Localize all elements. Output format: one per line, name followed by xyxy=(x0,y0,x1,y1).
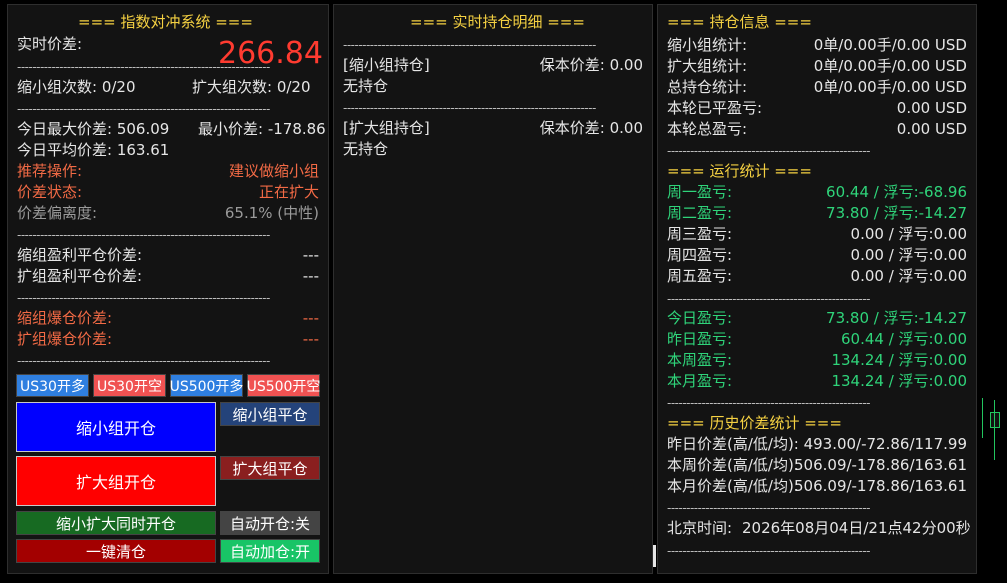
auto-add-toggle[interactable]: 自动加仓:开 xyxy=(220,539,320,563)
divider: ----------------------------------------… xyxy=(17,61,270,73)
divider: ----------------------------------------… xyxy=(667,502,871,514)
recommend-label: 推荐操作: xyxy=(17,162,83,180)
period-pnl-label: 本周盈亏: xyxy=(667,351,733,369)
weekday-pnl-label: 周一盈亏: xyxy=(667,183,733,201)
position-stat-label: 本轮总盈亏: xyxy=(667,120,748,138)
period-pnl-label: 本月盈亏: xyxy=(667,372,733,390)
position-stat-value: 0单/0.00手/0.00 USD xyxy=(813,78,967,96)
today-avg: 今日平均价差: 163.61 xyxy=(17,141,170,159)
us500-long-button[interactable]: US500开多 xyxy=(170,374,243,397)
middle-title: === 实时持仓明细 === xyxy=(410,13,585,31)
right-panel: === 持仓信息 === 缩小组统计: 0单/0.00手/0.00 USD 扩大组统… xyxy=(657,4,977,574)
weekday-pnl-label: 周三盈亏: xyxy=(667,225,733,243)
weekday-pnl-label: 周四盈亏: xyxy=(667,246,733,264)
expand-liq-label: 扩组爆仓价差: xyxy=(17,330,113,348)
expand-liq-value: --- xyxy=(302,330,319,348)
shrink-tp-value: --- xyxy=(302,246,319,264)
divider: ----------------------------------------… xyxy=(17,355,270,367)
us30-short-button[interactable]: US30开空 xyxy=(93,374,166,397)
position-info-title: === 持仓信息 === xyxy=(667,13,812,31)
period-pnl-value: 73.80 / 浮亏:-14.27 xyxy=(826,309,967,327)
history-spread-label: 本月价差(高/低/均): xyxy=(667,477,799,495)
left-title: === 指数对冲系统 === xyxy=(78,13,253,31)
us30-long-button[interactable]: US30开多 xyxy=(16,374,89,397)
shrink-breakeven: 保本价差: 0.00 xyxy=(539,56,643,74)
expand-tp-value: --- xyxy=(302,267,319,285)
history-spread-value: 506.09/-178.86/163.61 xyxy=(794,477,967,495)
history-spread-value: 506.09/-178.86/163.61 xyxy=(794,456,967,474)
weekday-pnl-value: 0.00 / 浮亏:0.00 xyxy=(850,267,967,285)
close-all-button[interactable]: 一键清仓 xyxy=(16,539,216,563)
history-spread-label: 昨日价差(高/低/均): xyxy=(667,435,799,453)
weekday-pnl-label: 周五盈亏: xyxy=(667,267,733,285)
divider: ----------------------------------------… xyxy=(667,397,871,409)
expand-open-button[interactable]: 扩大组开仓 xyxy=(16,456,216,506)
position-stat-value: 0单/0.00手/0.00 USD xyxy=(813,36,967,54)
divider: ----------------------------------------… xyxy=(17,103,270,115)
expand-count: 扩大组次数: 0/20 xyxy=(192,78,311,96)
weekday-pnl-label: 周二盈亏: xyxy=(667,204,733,222)
today-min: 最小价差: -178.86 xyxy=(198,120,326,138)
position-stat-value: 0单/0.00手/0.00 USD xyxy=(813,57,967,75)
deviation-label: 价差偏离度: xyxy=(17,204,98,222)
position-stat-label: 总持仓统计: xyxy=(667,78,748,96)
shrink-position-header: [缩小组持仓] xyxy=(343,56,430,74)
realtime-label: 实时价差: xyxy=(17,35,83,53)
period-pnl-label: 今日盈亏: xyxy=(667,309,733,327)
shrink-tp-label: 缩组盈利平仓价差: xyxy=(17,246,143,264)
both-open-button[interactable]: 缩小扩大同时开仓 xyxy=(16,511,216,535)
weekday-pnl-value: 60.44 / 浮亏:-68.96 xyxy=(826,183,967,201)
divider: ----------------------------------------… xyxy=(17,292,270,304)
us500-short-button[interactable]: US500开空 xyxy=(247,374,320,397)
position-stat-value: 0.00 USD xyxy=(896,120,967,138)
beijing-time-value: 2026年08月04日/21点42分00秒 xyxy=(742,519,971,537)
position-stat-label: 缩小组统计: xyxy=(667,36,748,54)
history-spread-value: 493.00/-72.86/117.99 xyxy=(803,435,967,453)
divider: ----------------------------------------… xyxy=(667,145,871,157)
weekday-pnl-value: 0.00 / 浮亏:0.00 xyxy=(850,225,967,243)
period-pnl-value: 60.44 / 浮亏:0.00 xyxy=(841,330,967,348)
left-panel: === 指数对冲系统 === 实时价差: 266.84 ------------… xyxy=(7,4,329,574)
history-spread-label: 本周价差(高/低/均): xyxy=(667,456,799,474)
expand-no-position: 无持仓 xyxy=(343,140,389,158)
divider: ----------------------------------------… xyxy=(343,39,596,51)
chart-candle xyxy=(982,398,983,438)
chart-candle xyxy=(994,400,995,460)
chart-candle xyxy=(990,412,1000,428)
period-pnl-value: 134.24 / 浮亏:0.00 xyxy=(831,372,967,390)
history-title: === 历史价差统计 === xyxy=(667,414,842,432)
middle-panel: === 实时持仓明细 === -------------------------… xyxy=(333,4,653,574)
weekday-pnl-value: 73.80 / 浮亏:-14.27 xyxy=(826,204,967,222)
period-pnl-value: 134.24 / 浮亏:0.00 xyxy=(831,351,967,369)
shrink-open-button[interactable]: 缩小组开仓 xyxy=(16,402,216,452)
expand-breakeven: 保本价差: 0.00 xyxy=(539,119,643,137)
shrink-no-position: 无持仓 xyxy=(343,77,389,95)
position-stat-label: 本轮已平盈亏: xyxy=(667,99,763,117)
shrink-close-button[interactable]: 缩小组平仓 xyxy=(220,402,320,426)
beijing-time-label: 北京时间: xyxy=(667,519,733,537)
spread-state-value: 正在扩大 xyxy=(258,183,319,201)
position-stat-label: 扩大组统计: xyxy=(667,57,748,75)
deviation-value: 65.1% (中性) xyxy=(224,204,319,222)
position-stat-value: 0.00 USD xyxy=(896,99,967,117)
weekday-pnl-value: 0.00 / 浮亏:0.00 xyxy=(850,246,967,264)
auto-open-toggle[interactable]: 自动开仓:关 xyxy=(220,511,320,535)
expand-tp-label: 扩组盈利平仓价差: xyxy=(17,267,143,285)
expand-close-button[interactable]: 扩大组平仓 xyxy=(220,456,320,480)
divider: ----------------------------------------… xyxy=(667,545,871,557)
shrink-count: 缩小组次数: 0/20 xyxy=(17,78,136,96)
chart-candle xyxy=(653,545,656,567)
divider: ----------------------------------------… xyxy=(667,293,871,305)
spread-state-label: 价差状态: xyxy=(17,183,83,201)
run-stats-title: === 运行统计 === xyxy=(667,162,812,180)
recommend-value: 建议做缩小组 xyxy=(228,162,319,180)
period-pnl-label: 昨日盈亏: xyxy=(667,330,733,348)
shrink-liq-label: 缩组爆仓价差: xyxy=(17,309,113,327)
divider: ----------------------------------------… xyxy=(343,102,596,114)
expand-position-header: [扩大组持仓] xyxy=(343,119,430,137)
divider: ----------------------------------------… xyxy=(17,229,270,241)
today-max: 今日最大价差: 506.09 xyxy=(17,120,170,138)
shrink-liq-value: --- xyxy=(302,309,319,327)
